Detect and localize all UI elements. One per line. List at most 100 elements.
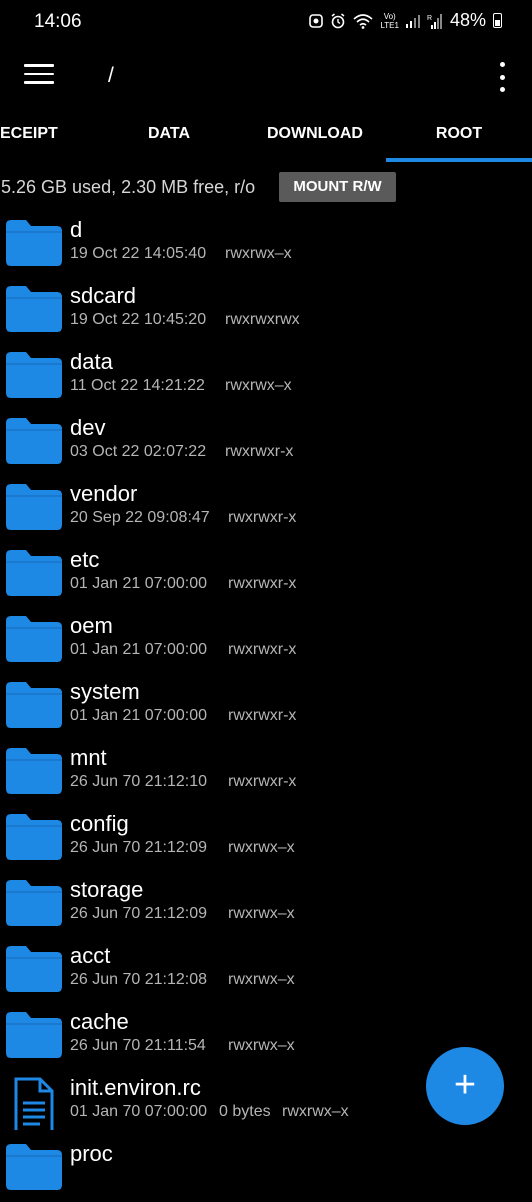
folder-row[interactable]: storage 26 Jun 70 21:12:09 rwxrwx–x bbox=[0, 872, 532, 938]
folder-icon bbox=[6, 286, 62, 332]
item-date: 26 Jun 70 21:12:08 bbox=[70, 971, 208, 988]
item-permissions: rwxrwx–x bbox=[228, 971, 295, 988]
tab-download[interactable]: DOWNLOAD bbox=[250, 110, 380, 158]
item-date: 26 Jun 70 21:12:09 bbox=[70, 839, 208, 856]
item-date: 26 Jun 70 21:12:10 bbox=[70, 773, 208, 790]
item-permissions: rwxrwx–x bbox=[282, 1103, 349, 1120]
item-name: proc bbox=[70, 1141, 113, 1166]
add-button[interactable]: + bbox=[426, 1047, 504, 1125]
folder-icon bbox=[6, 880, 62, 926]
item-permissions: rwxrwxr-x bbox=[225, 443, 294, 460]
item-name: d bbox=[70, 217, 83, 242]
item-date: 11 Oct 22 14:21:22 bbox=[70, 377, 205, 394]
storage-info-text: 5.26 GB used, 2.30 MB free, r/o bbox=[1, 177, 256, 197]
tab-bar: ECEIPT DATA DOWNLOAD ROOT bbox=[0, 110, 532, 162]
item-date: 01 Jan 70 07:00:00 bbox=[70, 1103, 208, 1120]
tab-data[interactable]: DATA bbox=[118, 110, 220, 158]
item-name: acct bbox=[70, 943, 111, 968]
item-name: storage bbox=[70, 877, 144, 902]
item-date: 20 Sep 22 09:08:47 bbox=[70, 509, 210, 526]
folder-icon bbox=[6, 550, 62, 596]
status-time: 14:06 bbox=[34, 11, 82, 32]
item-date: 01 Jan 21 07:00:00 bbox=[70, 575, 208, 592]
svg-text:R: R bbox=[427, 15, 432, 22]
folder-row[interactable]: oem 01 Jan 21 07:00:00 rwxrwxr-x bbox=[0, 608, 532, 674]
item-name: vendor bbox=[70, 481, 138, 506]
signal-roaming-icon: R bbox=[427, 13, 442, 29]
item-name: dev bbox=[70, 415, 106, 440]
item-name: init.environ.rc bbox=[70, 1075, 201, 1100]
folder-row[interactable]: sdcard 19 Oct 22 10:45:20 rwxrwxrwx bbox=[0, 278, 532, 344]
signal-icon bbox=[405, 14, 420, 28]
item-permissions: rwxrwx–x bbox=[228, 1037, 295, 1054]
menu-icon[interactable] bbox=[24, 64, 54, 88]
item-date: 03 Oct 22 02:07:22 bbox=[70, 443, 207, 460]
tab-root[interactable]: ROOT bbox=[386, 110, 532, 158]
tab-receipt[interactable]: ECEIPT bbox=[0, 110, 58, 158]
item-permissions: rwxrwxrwx bbox=[225, 311, 300, 328]
item-name: oem bbox=[70, 613, 113, 638]
folder-icon bbox=[6, 352, 62, 398]
item-name: etc bbox=[70, 547, 100, 572]
item-permissions: rwxrwx–x bbox=[228, 839, 295, 856]
item-permissions: rwxrwx–x bbox=[225, 245, 292, 262]
folder-row[interactable]: mnt 26 Jun 70 21:12:10 rwxrwxr-x bbox=[0, 740, 532, 806]
folder-icon bbox=[6, 814, 62, 860]
battery-icon bbox=[493, 13, 502, 28]
tab-selected-indicator bbox=[386, 158, 532, 162]
battery-percent: 48% bbox=[449, 10, 486, 30]
item-date: 19 Oct 22 14:05:40 bbox=[70, 245, 207, 262]
item-permissions: rwxrwxr-x bbox=[228, 707, 297, 724]
item-name: cache bbox=[70, 1009, 129, 1034]
alarm-icon bbox=[331, 12, 345, 28]
folder-row[interactable]: proc bbox=[0, 1136, 532, 1202]
document-icon bbox=[6, 1077, 62, 1137]
item-permissions: rwxrwxr-x bbox=[228, 509, 297, 526]
mount-rw-button[interactable]: MOUNT R/W bbox=[279, 172, 396, 202]
folder-row[interactable]: etc 01 Jan 21 07:00:00 rwxrwxr-x bbox=[0, 542, 532, 608]
folder-icon bbox=[6, 1144, 62, 1190]
folder-icon bbox=[6, 682, 62, 728]
network-label: LTE1 bbox=[380, 20, 399, 30]
folder-row[interactable]: system 01 Jan 21 07:00:00 rwxrwxr-x bbox=[0, 674, 532, 740]
item-date: 26 Jun 70 21:12:09 bbox=[70, 905, 208, 922]
item-size: 0 bytes bbox=[219, 1103, 271, 1120]
volte-icon: Vo) LTE1 bbox=[380, 11, 399, 30]
current-path: / bbox=[108, 64, 114, 87]
item-permissions: rwxrwx–x bbox=[228, 905, 295, 922]
folder-icon bbox=[6, 616, 62, 662]
item-name: sdcard bbox=[70, 283, 137, 308]
add-icon: + bbox=[453, 1063, 477, 1106]
item-permissions: rwxrwxr-x bbox=[228, 641, 297, 658]
folder-icon bbox=[6, 1012, 62, 1058]
folder-icon bbox=[6, 418, 62, 464]
item-name: data bbox=[70, 349, 113, 374]
folder-row[interactable]: dev 03 Oct 22 02:07:22 rwxrwxr-x bbox=[0, 410, 532, 476]
item-permissions: rwxrwx–x bbox=[225, 377, 292, 394]
item-name: config bbox=[70, 811, 129, 836]
folder-icon bbox=[6, 220, 62, 266]
folder-icon bbox=[6, 484, 62, 530]
item-name: system bbox=[70, 679, 140, 704]
item-permissions: rwxrwxr-x bbox=[228, 575, 297, 592]
item-date: 01 Jan 21 07:00:00 bbox=[70, 707, 208, 724]
app-bar: / bbox=[0, 46, 532, 106]
status-bar: 14:06 Vo) LTE1 R 48% bbox=[0, 0, 532, 46]
folder-icon bbox=[6, 748, 62, 794]
storage-info-bar: 5.26 GB used, 2.30 MB free, r/o MOUNT R/… bbox=[0, 172, 532, 204]
item-name: mnt bbox=[70, 745, 107, 770]
item-date: 19 Oct 22 10:45:20 bbox=[70, 311, 207, 328]
status-icons: Vo) LTE1 R 48% bbox=[309, 10, 502, 31]
item-date: 26 Jun 70 21:11:54 bbox=[70, 1037, 206, 1054]
item-date: 01 Jan 21 07:00:00 bbox=[70, 641, 208, 658]
wifi-icon bbox=[353, 13, 373, 29]
photo-icon bbox=[309, 13, 324, 28]
folder-row[interactable]: config 26 Jun 70 21:12:09 rwxrwx–x bbox=[0, 806, 532, 872]
folder-row[interactable]: vendor 20 Sep 22 09:08:47 rwxrwxr-x bbox=[0, 476, 532, 542]
folder-icon bbox=[6, 946, 62, 992]
folder-row[interactable]: d 19 Oct 22 14:05:40 rwxrwx–x bbox=[0, 212, 532, 278]
more-vert-icon[interactable] bbox=[492, 62, 512, 92]
folder-row[interactable]: data 11 Oct 22 14:21:22 rwxrwx–x bbox=[0, 344, 532, 410]
item-permissions: rwxrwxr-x bbox=[228, 773, 297, 790]
folder-row[interactable]: acct 26 Jun 70 21:12:08 rwxrwx–x bbox=[0, 938, 532, 1004]
